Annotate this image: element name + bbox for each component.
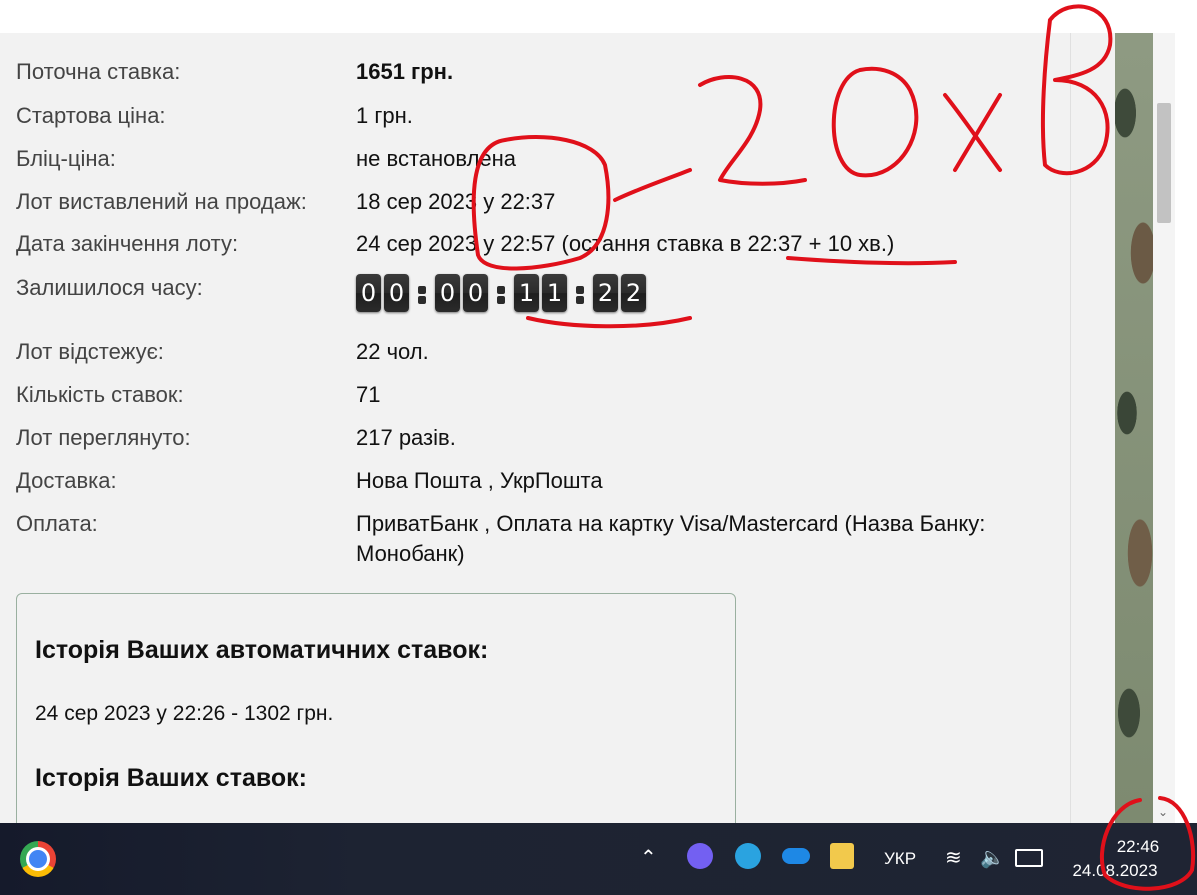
telegram-icon[interactable] <box>735 843 761 869</box>
listed-label: Лот виставлений на продаж: <box>16 189 307 214</box>
wifi-icon[interactable]: ≋ <box>945 845 973 873</box>
right-edge <box>1175 33 1197 823</box>
viber-icon[interactable] <box>687 843 713 869</box>
taskbar: ⌃ УКР ≋ 🔈 22:46 24.08.2023 <box>0 823 1197 895</box>
watchers-label: Лот відстежує: <box>16 339 164 364</box>
countdown-digit: 1 <box>542 274 567 312</box>
current-bid-label: Поточна ставка: <box>16 59 181 84</box>
auto-bids-title: Історія Ваших автоматичних ставок: <box>35 636 489 664</box>
countdown-digit: 0 <box>435 274 460 312</box>
clock-time[interactable]: 22:46 <box>1108 837 1168 857</box>
bids-count-value: 71 <box>356 382 381 407</box>
bid-history-box: Історія Ваших автоматичних ставок: 24 се… <box>16 593 736 823</box>
countdown-separator <box>570 274 590 312</box>
countdown-digit: 2 <box>593 274 618 312</box>
countdown-separator <box>491 274 511 312</box>
countdown-digit: 1 <box>514 274 539 312</box>
clock-date[interactable]: 24.08.2023 <box>1063 861 1167 881</box>
auto-bid-entry: 24 сер 2023 у 22:26 - 1302 грн. <box>35 702 334 725</box>
time-left-label: Залишилося часу: <box>16 275 203 300</box>
start-price-value: 1 грн. <box>356 103 413 128</box>
volume-icon[interactable]: 🔈 <box>980 845 1008 873</box>
top-strip <box>0 0 1197 33</box>
views-value: 217 разів. <box>356 425 456 450</box>
watchers-value: 22 чол. <box>356 339 429 364</box>
background-image <box>1115 33 1153 823</box>
bids-history-title: Історія Ваших ставок: <box>35 764 307 792</box>
countdown-digit: 2 <box>621 274 646 312</box>
screen: Поточна ставка: 1651 грн. Стартова ціна:… <box>0 0 1197 895</box>
end-date-value: 24 сер 2023 у 22:57 (остання ставка в 22… <box>356 231 895 256</box>
blitz-price-label: Бліц-ціна: <box>16 146 116 171</box>
payment-value: ПриватБанк , Оплата на картку Visa/Maste… <box>356 511 986 566</box>
bids-count-label: Кількість ставок: <box>16 382 184 407</box>
row-time-left: Залишилося часу: 0 0 0 0 1 1 2 2 <box>16 273 1066 317</box>
start-price-label: Стартова ціна: <box>16 103 166 128</box>
chevron-up-icon[interactable]: ⌃ <box>640 845 668 873</box>
lot-page: Поточна ставка: 1651 грн. Стартова ціна:… <box>0 33 1070 823</box>
delivery-label: Доставка: <box>16 468 117 493</box>
onedrive-icon[interactable] <box>782 848 810 864</box>
payment-label: Оплата: <box>16 511 98 536</box>
chrome-icon[interactable] <box>20 841 56 877</box>
blitz-price-value: не встановлена <box>356 146 517 171</box>
scroll-down-arrow-icon[interactable]: ⌄ <box>1158 805 1168 819</box>
views-label: Лот переглянуто: <box>16 425 191 450</box>
delivery-value: Нова Пошта , УкрПошта <box>356 468 603 493</box>
end-date-label: Дата закінчення лоту: <box>16 231 239 256</box>
row-payment: Оплата: ПриватБанк , Оплата на картку Vi… <box>16 509 1066 571</box>
listed-value: 18 сер 2023 у 22:37 <box>356 189 556 214</box>
lock-icon[interactable] <box>830 843 854 869</box>
countdown-digit: 0 <box>384 274 409 312</box>
vertical-scrollbar[interactable]: ⌄ <box>1153 33 1175 823</box>
language-indicator[interactable]: УКР <box>884 849 916 869</box>
countdown-timer: 0 0 0 0 1 1 2 2 <box>356 273 649 313</box>
countdown-digit: 0 <box>463 274 488 312</box>
scrollbar-thumb[interactable] <box>1157 103 1171 223</box>
page-side-gutter <box>1070 33 1116 823</box>
current-bid-value: 1651 грн. <box>356 59 454 84</box>
countdown-digit: 0 <box>356 274 381 312</box>
countdown-separator <box>412 274 432 312</box>
battery-icon[interactable] <box>1015 849 1043 867</box>
